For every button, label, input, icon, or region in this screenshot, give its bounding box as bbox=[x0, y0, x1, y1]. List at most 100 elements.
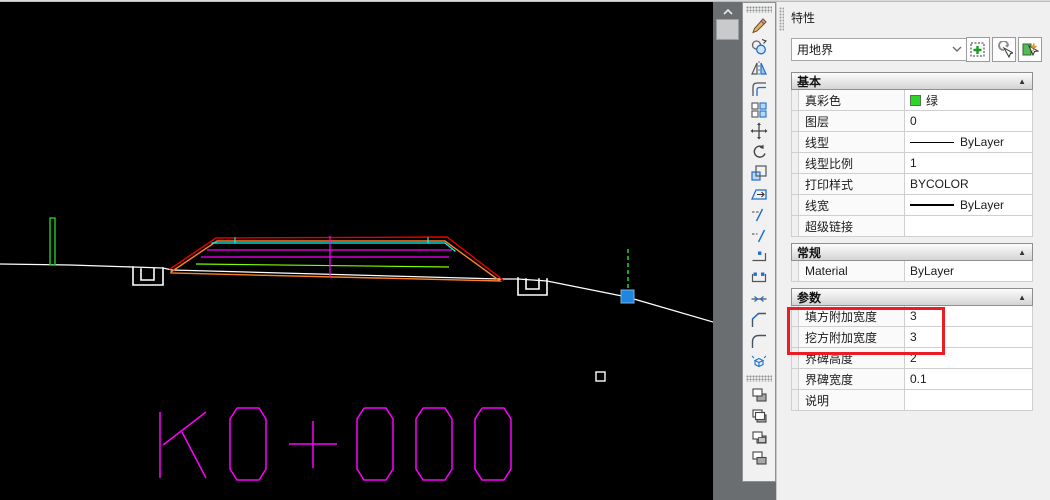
rotate-button[interactable] bbox=[746, 141, 772, 162]
join-icon bbox=[750, 290, 768, 308]
scrollbar-up-button[interactable] bbox=[719, 6, 737, 18]
drawing-canvas[interactable] bbox=[0, 2, 713, 500]
property-label: 打印样式 bbox=[799, 174, 905, 194]
extend-button[interactable] bbox=[746, 225, 772, 246]
property-value[interactable]: BYCOLOR bbox=[905, 174, 1032, 194]
stretch-button[interactable] bbox=[746, 183, 772, 204]
draw-order-bring-to-front-button[interactable] bbox=[746, 384, 772, 405]
property-value[interactable]: 0.1 bbox=[905, 369, 1032, 389]
property-value[interactable]: 0 bbox=[905, 111, 1032, 131]
palette-grip[interactable] bbox=[779, 7, 784, 31]
property-label: 线型 bbox=[799, 132, 905, 152]
chamfer-icon bbox=[750, 311, 768, 329]
row-indent bbox=[792, 216, 799, 236]
fillet-icon bbox=[750, 332, 768, 350]
join-button[interactable] bbox=[746, 288, 772, 309]
explode-icon bbox=[750, 353, 768, 371]
property-value-text: 绿 bbox=[926, 92, 938, 109]
pavement-line bbox=[212, 238, 455, 251]
break-at-point-icon bbox=[750, 248, 768, 266]
row-indent bbox=[792, 195, 799, 215]
property-row: 线宽 ByLayer bbox=[791, 195, 1033, 216]
object-type-dropdown[interactable]: 用地界 bbox=[791, 38, 967, 61]
quick-select-icon bbox=[1021, 41, 1039, 59]
lineweight-glyph-icon bbox=[910, 204, 954, 206]
collapse-arrow-icon[interactable]: ▲ bbox=[1018, 248, 1032, 257]
fillet-button[interactable] bbox=[746, 330, 772, 351]
scale-icon bbox=[750, 164, 768, 182]
scale-button[interactable] bbox=[746, 162, 772, 183]
section-header[interactable]: 常规▲ bbox=[791, 243, 1033, 261]
pickadd-toggle-button[interactable] bbox=[966, 37, 990, 62]
property-label: 线宽 bbox=[799, 195, 905, 215]
array-button[interactable] bbox=[746, 99, 772, 120]
chamfer-button[interactable] bbox=[746, 309, 772, 330]
collapse-arrow-icon[interactable]: ▲ bbox=[1018, 293, 1032, 302]
property-value[interactable]: ByLayer bbox=[905, 195, 1032, 215]
property-value[interactable] bbox=[905, 216, 1032, 236]
select-objects-icon bbox=[995, 41, 1013, 59]
section-title: 基本 bbox=[792, 73, 1018, 90]
property-row: Material ByLayer bbox=[791, 261, 1033, 282]
offset-button[interactable] bbox=[746, 78, 772, 99]
array-icon bbox=[750, 101, 768, 119]
row-indent bbox=[792, 369, 799, 389]
ground-line bbox=[0, 264, 713, 322]
highlight-box bbox=[787, 307, 945, 355]
property-label: 超级链接 bbox=[799, 216, 905, 236]
station-label bbox=[160, 408, 511, 480]
property-value[interactable] bbox=[905, 390, 1032, 410]
property-row: 超级链接 bbox=[791, 216, 1033, 237]
draw-order-send-under-icon bbox=[750, 449, 768, 467]
draw-order-send-to-back-button[interactable] bbox=[746, 405, 772, 426]
property-row: 图层0 bbox=[791, 111, 1033, 132]
select-objects-button[interactable] bbox=[992, 37, 1016, 62]
collapse-arrow-icon[interactable]: ▲ bbox=[1018, 77, 1032, 86]
move-icon bbox=[750, 122, 768, 140]
move-button[interactable] bbox=[746, 120, 772, 141]
left-ditch bbox=[133, 267, 163, 285]
row-indent bbox=[792, 153, 799, 173]
property-value-text: ByLayer bbox=[960, 198, 1004, 212]
draw-order-send-under-button[interactable] bbox=[746, 447, 772, 468]
draworder-toolbar-grip[interactable] bbox=[746, 375, 772, 382]
property-value[interactable]: 1 bbox=[905, 153, 1032, 173]
vertical-scrollbar[interactable] bbox=[714, 2, 741, 500]
draw-order-bring-above-button[interactable] bbox=[746, 426, 772, 447]
property-value-text: ByLayer bbox=[910, 264, 954, 278]
linetype-glyph-icon bbox=[910, 142, 954, 143]
break-button[interactable] bbox=[746, 267, 772, 288]
selection-grip bbox=[621, 290, 634, 303]
color-swatch bbox=[910, 95, 921, 106]
trim-button[interactable] bbox=[746, 204, 772, 225]
erase-button[interactable] bbox=[746, 15, 772, 36]
property-value-text: 0 bbox=[910, 114, 917, 128]
property-value[interactable]: ByLayer bbox=[905, 261, 1032, 281]
extend-icon bbox=[750, 227, 768, 245]
section-title: 常规 bbox=[792, 244, 1018, 261]
property-label: 真彩色 bbox=[799, 90, 905, 110]
property-label: Material bbox=[799, 261, 905, 281]
property-value[interactable]: 绿 bbox=[905, 90, 1032, 110]
property-value-text: 1 bbox=[910, 156, 917, 170]
scrollbar-thumb[interactable] bbox=[716, 19, 739, 40]
property-value[interactable]: ByLayer bbox=[905, 132, 1032, 152]
rotate-icon bbox=[750, 143, 768, 161]
toolbar-grip[interactable] bbox=[746, 6, 772, 13]
explode-button[interactable] bbox=[746, 351, 772, 372]
property-row: 界碑宽度0.1 bbox=[791, 369, 1033, 390]
row-indent bbox=[792, 111, 799, 131]
mirror-icon bbox=[750, 59, 768, 77]
quick-select-button[interactable] bbox=[1018, 37, 1042, 62]
section-header[interactable]: 参数▲ bbox=[791, 288, 1033, 306]
stretch-icon bbox=[750, 185, 768, 203]
draw-order-bring-to-front-icon bbox=[750, 386, 768, 404]
break-icon bbox=[750, 269, 768, 287]
section-header[interactable]: 基本▲ bbox=[791, 72, 1033, 90]
trim-icon bbox=[750, 206, 768, 224]
mirror-button[interactable] bbox=[746, 57, 772, 78]
copy-icon bbox=[750, 38, 768, 56]
copy-button[interactable] bbox=[746, 36, 772, 57]
property-row: 打印样式BYCOLOR bbox=[791, 174, 1033, 195]
break-at-point-button[interactable] bbox=[746, 246, 772, 267]
